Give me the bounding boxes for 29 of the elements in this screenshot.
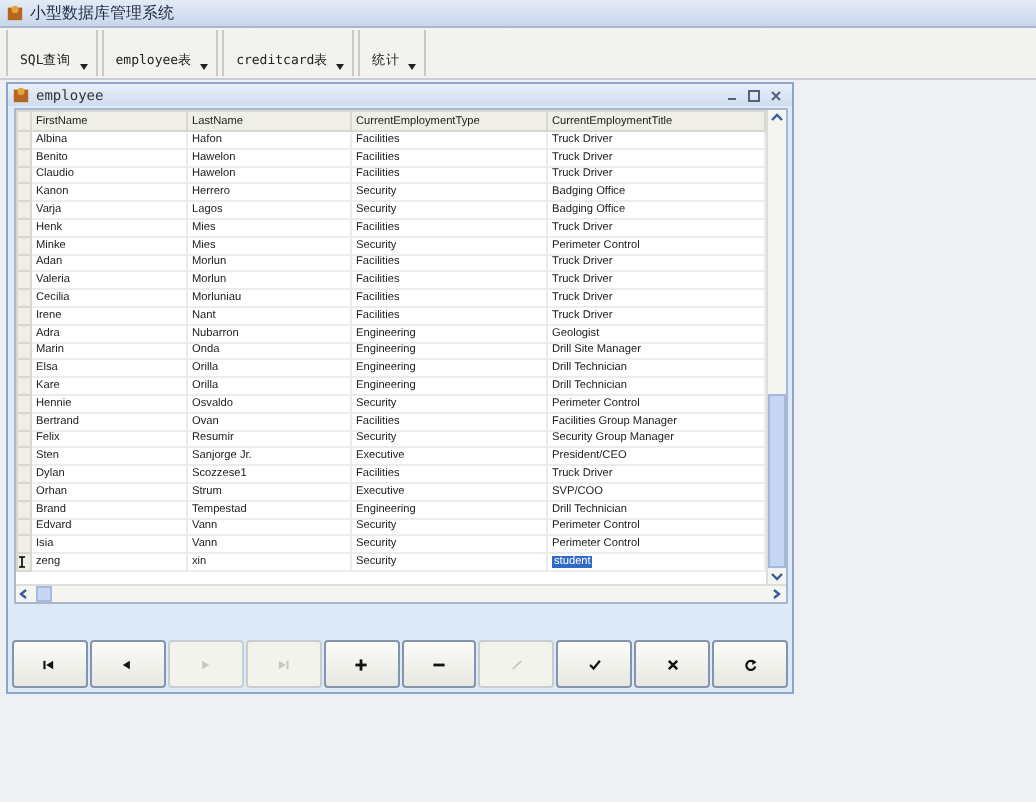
window-icon [12, 86, 30, 104]
window-title: 小型数据库管理系统 [30, 2, 174, 24]
caret-icon [200, 64, 209, 70]
caret-icon [336, 64, 345, 70]
close-icon[interactable] [768, 87, 784, 103]
post-button[interactable] [556, 640, 633, 688]
cancel-button[interactable] [634, 640, 711, 688]
vertical-scrollbar[interactable] [766, 110, 786, 584]
horizontal-scrollbar[interactable] [16, 584, 786, 602]
pencil-icon [509, 657, 524, 671]
last-record-icon [276, 657, 291, 671]
cross-icon [665, 657, 680, 671]
refresh-button[interactable] [712, 640, 789, 688]
prior-button[interactable] [89, 640, 166, 688]
plus-icon [354, 657, 369, 671]
insert-button[interactable] [323, 640, 400, 688]
scroll-thumb[interactable] [768, 394, 786, 568]
first-record-icon [42, 657, 57, 671]
caret-icon [79, 64, 88, 70]
right-triangle-icon [198, 657, 213, 671]
first-button[interactable] [12, 640, 88, 688]
app-icon [6, 4, 24, 22]
left-triangle-icon [120, 657, 135, 671]
delete-button[interactable] [401, 640, 477, 688]
caret-icon [408, 64, 417, 70]
maximize-icon[interactable] [746, 87, 762, 103]
check-icon [587, 657, 602, 671]
scroll-thumb[interactable] [36, 586, 52, 602]
refresh-icon [743, 657, 758, 671]
